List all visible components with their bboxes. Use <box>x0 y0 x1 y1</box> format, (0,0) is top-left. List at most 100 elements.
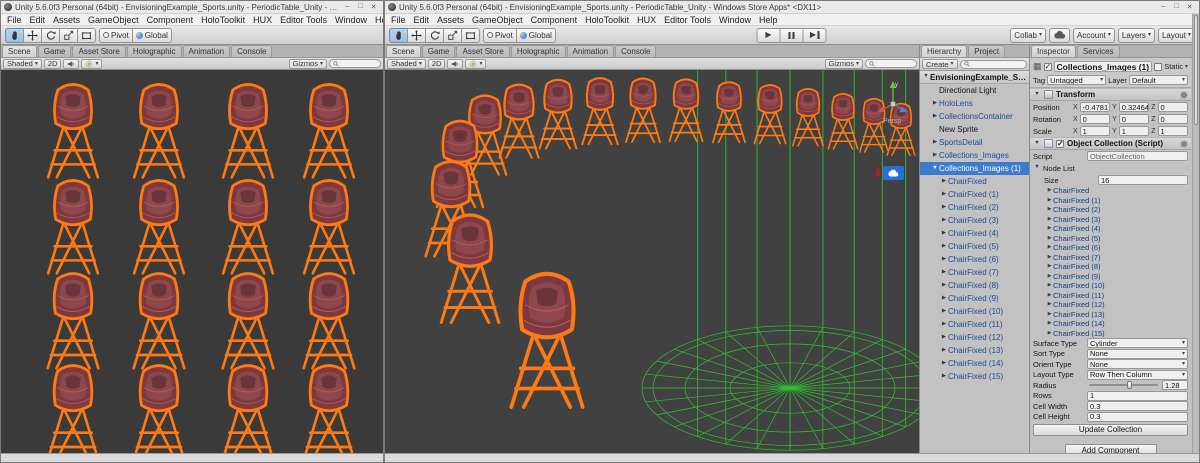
foldout-right-icon[interactable]: ▶ <box>1046 245 1053 250</box>
menu-gameobject[interactable]: GameObject <box>468 15 527 25</box>
minimize-button[interactable]: – <box>1157 3 1170 11</box>
foldout-right-icon[interactable]: ▶ <box>940 361 948 367</box>
transform-component-header[interactable]: ▼ Transform <box>1030 88 1191 101</box>
foldout-right-icon[interactable]: ▶ <box>931 114 939 120</box>
hierarchy-item-chairfixed-7[interactable]: ▶ChairFixed (7) <box>920 266 1029 279</box>
scene-fx-dropdown[interactable]: ▾ <box>465 59 486 69</box>
scene-search-input[interactable] <box>865 59 917 68</box>
node-chairfixed-14[interactable]: ▶ChairFixed (14) <box>1030 319 1191 329</box>
layers-button[interactable]: Layers▾ <box>1118 28 1155 43</box>
node-chairfixed-15[interactable]: ▶ChairFixed (15) <box>1030 329 1191 339</box>
foldout-right-icon[interactable]: ▶ <box>1046 302 1053 307</box>
collab-button[interactable]: Collab▾ <box>1010 28 1046 43</box>
chair-object[interactable] <box>48 180 98 273</box>
foldout-right-icon[interactable]: ▶ <box>940 309 948 315</box>
hierarchy-item-collections-images[interactable]: ▶Collections_Images <box>920 149 1029 162</box>
tab-scene[interactable]: Scene <box>386 45 421 57</box>
position-x-field[interactable]: -0.4781 <box>1080 102 1110 112</box>
foldout-right-icon[interactable]: ▶ <box>940 179 948 185</box>
menu-file[interactable]: File <box>387 15 410 25</box>
foldout-right-icon[interactable]: ▶ <box>1046 312 1053 317</box>
foldout-right-icon[interactable]: ▶ <box>1046 236 1053 241</box>
foldout-right-icon[interactable]: ▶ <box>940 244 948 250</box>
tab-hierarchy[interactable]: Hierarchy <box>921 45 967 57</box>
foldout-down-icon[interactable]: ▼ <box>1033 141 1041 147</box>
menu-editor-tools[interactable]: Editor Tools <box>660 15 715 25</box>
node-chairfixed-2[interactable]: ▶ChairFixed (2) <box>1030 205 1191 215</box>
foldout-right-icon[interactable]: ▶ <box>940 218 948 224</box>
rect-tool-button[interactable] <box>77 28 96 43</box>
static-dropdown-icon[interactable]: ▾ <box>1185 64 1188 70</box>
gear-icon[interactable] <box>1180 91 1188 99</box>
scale-tool-button[interactable] <box>443 28 462 43</box>
foldout-right-icon[interactable]: ▶ <box>940 257 948 263</box>
update-collection-button[interactable]: Update Collection <box>1033 424 1188 436</box>
chair-object[interactable] <box>441 215 499 323</box>
foldout-right-icon[interactable]: ▶ <box>940 374 948 380</box>
scene-viewport[interactable] <box>1 70 383 453</box>
hierarchy-item-sportsdetail[interactable]: ▶SportsDetail <box>920 136 1029 149</box>
node-chairfixed-9[interactable]: ▶ChairFixed (9) <box>1030 272 1191 282</box>
tab-services[interactable]: Services <box>1077 45 1120 57</box>
pause-button[interactable] <box>780 28 804 43</box>
scene-search-input[interactable] <box>329 59 381 68</box>
foldout-right-icon[interactable]: ▶ <box>940 296 948 302</box>
chair-object[interactable] <box>304 274 355 369</box>
foldout-right-icon[interactable]: ▶ <box>940 283 948 289</box>
foldout-right-icon[interactable]: ▶ <box>1046 283 1053 288</box>
node-chairfixed-10[interactable]: ▶ChairFixed (10) <box>1030 281 1191 291</box>
menu-edit[interactable]: Edit <box>26 15 50 25</box>
hierarchy-item-envisioningexample-sports[interactable]: ▼EnvisioningExample_Sports* <box>920 71 1029 84</box>
camera-projection-label[interactable]: Persp <box>883 118 901 125</box>
maximize-button[interactable]: □ <box>354 3 367 11</box>
hierarchy-item-chairfixed-6[interactable]: ▶ChairFixed (6) <box>920 253 1029 266</box>
foldout-right-icon[interactable]: ▶ <box>940 335 948 341</box>
tab-holographic[interactable]: Holographic <box>511 45 566 57</box>
gear-icon[interactable] <box>1180 140 1188 148</box>
script-field[interactable]: ObjectCollection <box>1087 151 1188 161</box>
tab-console[interactable]: Console <box>615 45 656 57</box>
node-chairfixed-13[interactable]: ▶ChairFixed (13) <box>1030 310 1191 320</box>
pivot-toggle[interactable]: Pivot <box>99 28 133 43</box>
chair-object[interactable] <box>48 366 99 453</box>
foldout-right-icon[interactable]: ▶ <box>1046 217 1053 222</box>
layout-type-dropdown[interactable]: Row Then Column▾ <box>1087 370 1188 380</box>
foldout-right-icon[interactable]: ▶ <box>931 140 939 146</box>
create-button[interactable]: Create▾ <box>922 59 958 69</box>
cell-width-field[interactable]: 0.3 <box>1087 401 1188 411</box>
node-chairfixed-12[interactable]: ▶ChairFixed (12) <box>1030 300 1191 310</box>
position-z-field[interactable]: 0 <box>1158 102 1188 112</box>
chair-object[interactable] <box>134 274 185 369</box>
scene-audio-toggle[interactable] <box>447 59 463 69</box>
menu-editor-tools[interactable]: Editor Tools <box>276 15 331 25</box>
menu-file[interactable]: File <box>3 15 26 25</box>
chair-object[interactable] <box>860 99 889 152</box>
foldout-right-icon[interactable]: ▶ <box>1046 226 1053 231</box>
chair-object[interactable] <box>713 82 745 142</box>
foldout-right-icon[interactable]: ▶ <box>940 205 948 211</box>
chair-object[interactable] <box>48 84 98 177</box>
cloud-gizmo-icon[interactable] <box>875 166 904 180</box>
hand-tool-button[interactable] <box>5 28 24 43</box>
component-enabled-checkbox[interactable] <box>1056 140 1064 148</box>
global-toggle[interactable]: Global <box>132 28 172 43</box>
orient-type-dropdown[interactable]: None▾ <box>1087 359 1188 369</box>
close-button[interactable]: ✕ <box>367 3 380 11</box>
tab-asset-store[interactable]: Asset Store <box>72 45 125 57</box>
radius-slider[interactable] <box>1089 384 1158 386</box>
menu-hux[interactable]: HUX <box>633 15 660 25</box>
foldout-right-icon[interactable]: ▶ <box>940 231 948 237</box>
tab-asset-store[interactable]: Asset Store <box>456 45 509 57</box>
slider-thumb[interactable] <box>1127 381 1132 389</box>
tab-game[interactable]: Game <box>422 45 456 57</box>
hierarchy-item-directional-light[interactable]: Directional Light <box>920 84 1029 97</box>
tab-animation[interactable]: Animation <box>567 45 615 57</box>
foldout-down-icon[interactable]: ▼ <box>1033 92 1041 98</box>
node-chairfixed-7[interactable]: ▶ChairFixed (7) <box>1030 253 1191 263</box>
surface-type-dropdown[interactable]: Cylinder▾ <box>1087 338 1188 348</box>
tab-scene[interactable]: Scene <box>2 45 37 57</box>
gizmos-dropdown[interactable]: Gizmos▾ <box>289 59 327 69</box>
foldout-down-icon[interactable]: ▼ <box>922 74 930 80</box>
hierarchy-item-chairfixed-1[interactable]: ▶ChairFixed (1) <box>920 188 1029 201</box>
scrollbar-thumb[interactable] <box>1194 15 1198 125</box>
